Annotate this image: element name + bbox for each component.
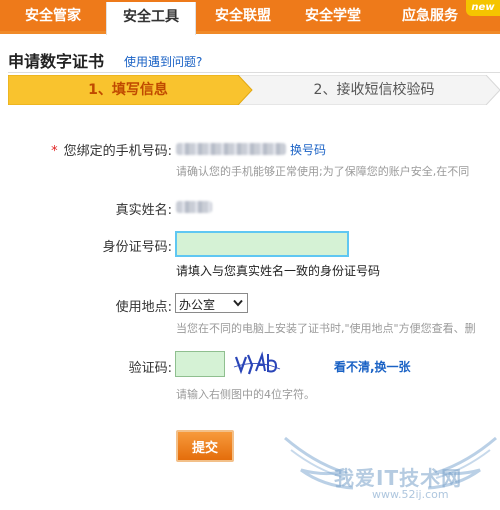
nav-tab-emergency-service[interactable]: 应急服务 new — [380, 0, 500, 34]
change-phone-link[interactable]: 换号码 — [290, 141, 326, 158]
id-number-hint: 请填入与您真实姓名一致的身份证号码 — [176, 264, 381, 278]
watermark-url: www.52ij.com — [372, 488, 449, 501]
name-label: 真实姓名: — [115, 203, 172, 218]
nav-tab-security-alliance[interactable]: 安全联盟 — [198, 0, 288, 34]
top-nav: 安全管家 安全工具 安全联盟 安全学堂 应急服务 new — [0, 0, 500, 35]
nav-tab-security-school[interactable]: 安全学堂 — [288, 0, 378, 34]
phone-hint: 请确认您的手机能够正常使用;为了保障您的账户安全,在不同 — [176, 165, 470, 178]
page-title: 申请数字证书 — [8, 52, 105, 71]
location-select[interactable]: 办公室 — [175, 293, 248, 313]
step-2-receive-sms: 2、接收短信校验码 — [313, 82, 435, 98]
id-number-label: 身份证号码: — [102, 240, 172, 255]
chevron-down-icon — [233, 299, 243, 307]
title-divider — [8, 72, 500, 73]
id-number-input[interactable] — [175, 231, 349, 257]
captcha-hint: 请输入右侧图中的4位字符。 — [176, 388, 315, 401]
location-hint: 当您在不同的电脑上安装了证书时,"使用地点"方便您查看、删 — [176, 322, 476, 335]
step-progress: 1、填写信息 2、接收短信校验码 — [8, 75, 500, 105]
phone-number-redacted — [176, 143, 286, 155]
nav-tab-security-manager[interactable]: 安全管家 — [8, 0, 98, 34]
captcha-refresh-link[interactable]: 看不清,换一张 — [334, 358, 411, 375]
new-badge: new — [466, 0, 500, 16]
location-selected-value: 办公室 — [179, 298, 216, 312]
step-1-fill-info: 1、填写信息 — [88, 82, 168, 98]
nav-tab-label: 应急服务 — [402, 8, 458, 24]
captcha-input[interactable] — [175, 351, 225, 377]
phone-label: * 您绑定的手机号码: — [10, 140, 172, 159]
phone-label-text: 您绑定的手机号码: — [63, 144, 172, 159]
captcha-image[interactable] — [232, 349, 282, 379]
nav-tab-security-tools[interactable]: 安全工具 — [106, 2, 196, 35]
required-mark: * — [51, 144, 58, 159]
captcha-label: 验证码: — [128, 361, 172, 376]
name-redacted — [176, 201, 212, 213]
watermark-text: 我爱IT技术网 — [334, 466, 463, 490]
help-link[interactable]: 使用遇到问题? — [124, 53, 202, 70]
submit-button[interactable]: 提交 — [176, 430, 234, 462]
location-label: 使用地点: — [115, 300, 172, 315]
